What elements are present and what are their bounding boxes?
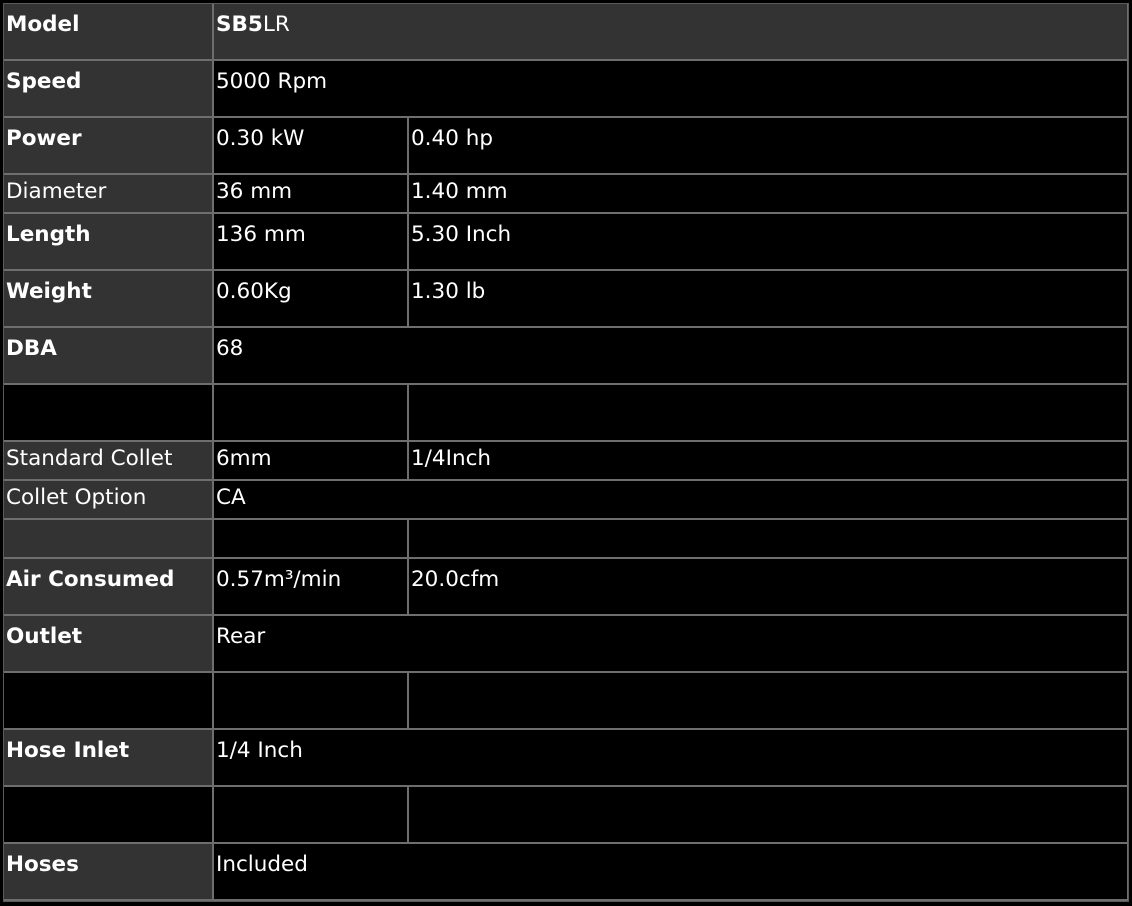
- table-row-length: Length 136 mm 5.30 Inch: [4, 214, 1128, 271]
- model-code-prefix: SB5: [216, 12, 263, 37]
- value-speed: 5000 Rpm: [214, 61, 1128, 118]
- label-diameter: Diameter: [4, 175, 214, 214]
- value-length-imperial: 5.30 Inch: [409, 214, 1128, 271]
- model-code-suffix: LR: [262, 12, 290, 37]
- table-row-empty: [4, 787, 1128, 844]
- label-outlet: Outlet: [4, 616, 214, 673]
- value-hose-inlet: 1/4 Inch: [214, 730, 1128, 787]
- label-hoses: Hoses: [4, 844, 214, 901]
- table-row-collet-option: Collet Option CA: [4, 481, 1128, 520]
- label-standard-collet: Standard Collet: [4, 442, 214, 481]
- value-collet-option: CA: [214, 481, 1128, 520]
- table-row-empty: [4, 385, 1128, 442]
- label-power: Power: [4, 118, 214, 175]
- specifications-table: Model SB5LR Speed 5000 Rpm Power 0.30 kW…: [3, 3, 1129, 902]
- value-air-consumed-metric: 0.57m³/min: [214, 559, 409, 616]
- value-outlet: Rear: [214, 616, 1128, 673]
- label-weight: Weight: [4, 271, 214, 328]
- value-standard-collet-imperial: 1/4Inch: [409, 442, 1128, 481]
- table-row-weight: Weight 0.60Kg 1.30 lb: [4, 271, 1128, 328]
- empty-label-cell: [4, 520, 214, 559]
- table-row-hose-inlet: Hose Inlet 1/4 Inch: [4, 730, 1128, 787]
- label-collet-option: Collet Option: [4, 481, 214, 520]
- value-standard-collet-metric: 6mm: [214, 442, 409, 481]
- label-dba: DBA: [4, 328, 214, 385]
- value-length-metric: 136 mm: [214, 214, 409, 271]
- empty-label-cell: [4, 673, 214, 730]
- empty-value-cell: [409, 520, 1128, 559]
- label-air-consumed: Air Consumed: [4, 559, 214, 616]
- table-row-hoses: Hoses Included: [4, 844, 1128, 901]
- label-model: Model: [4, 4, 214, 61]
- table-row-speed: Speed 5000 Rpm: [4, 61, 1128, 118]
- value-power-imperial: 0.40 hp: [409, 118, 1128, 175]
- table-row-outlet: Outlet Rear: [4, 616, 1128, 673]
- table-row-air-consumed: Air Consumed 0.57m³/min 20.0cfm: [4, 559, 1128, 616]
- label-speed: Speed: [4, 61, 214, 118]
- empty-label-cell: [4, 787, 214, 844]
- empty-value-cell: [214, 787, 409, 844]
- label-length: Length: [4, 214, 214, 271]
- table-row-empty: [4, 673, 1128, 730]
- value-weight-imperial: 1.30 lb: [409, 271, 1128, 328]
- value-hoses: Included: [214, 844, 1128, 901]
- table-row-standard-collet: Standard Collet 6mm 1/4Inch: [4, 442, 1128, 481]
- table-row-power: Power 0.30 kW 0.40 hp: [4, 118, 1128, 175]
- value-power-metric: 0.30 kW: [214, 118, 409, 175]
- table-row-dba: DBA 68: [4, 328, 1128, 385]
- empty-value-cell: [409, 385, 1128, 442]
- value-diameter-metric: 36 mm: [214, 175, 409, 214]
- table-row-diameter: Diameter 36 mm 1.40 mm: [4, 175, 1128, 214]
- value-model: SB5LR: [214, 4, 1128, 61]
- empty-value-cell: [214, 520, 409, 559]
- value-air-consumed-imperial: 20.0cfm: [409, 559, 1128, 616]
- table-row-model: Model SB5LR: [4, 4, 1128, 61]
- empty-label-cell: [4, 385, 214, 442]
- empty-value-cell: [409, 673, 1128, 730]
- empty-value-cell: [214, 385, 409, 442]
- empty-value-cell: [409, 787, 1128, 844]
- value-diameter-imperial: 1.40 mm: [409, 175, 1128, 214]
- value-weight-metric: 0.60Kg: [214, 271, 409, 328]
- label-hose-inlet: Hose Inlet: [4, 730, 214, 787]
- empty-value-cell: [214, 673, 409, 730]
- table-row-empty: [4, 520, 1128, 559]
- value-dba: 68: [214, 328, 1128, 385]
